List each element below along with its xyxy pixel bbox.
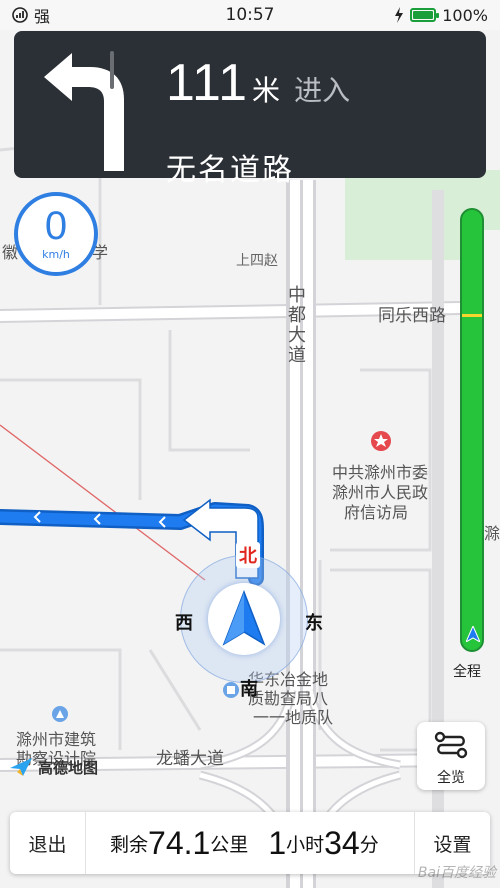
compass-south: 南 xyxy=(240,679,258,700)
signal-icon xyxy=(12,7,28,23)
amap-logo: 高德地图 xyxy=(8,756,98,778)
guidance-lane-divider xyxy=(110,51,114,89)
speed-indicator: 0 km/h xyxy=(14,192,98,276)
remaining-info: 剩余 74.1 公里 1 小时 34 分 xyxy=(110,812,379,874)
distance-unit: 米 xyxy=(252,74,281,107)
overview-button[interactable]: 全览 xyxy=(417,722,485,790)
remaining-minutes-unit: 分 xyxy=(359,833,379,856)
battery-icon xyxy=(410,8,440,22)
status-left: 强 xyxy=(12,3,50,27)
compass-west: 西 xyxy=(175,613,193,634)
map-label-survey-line3: 一一地质队 xyxy=(253,708,334,727)
route-overview-icon xyxy=(434,731,468,759)
map-label-longpan-road: 龙蟠大道 xyxy=(156,749,224,769)
map-label-zhongdu-road: 中都大道 xyxy=(285,285,306,365)
remaining-distance-unit: 公里 xyxy=(210,833,249,856)
exit-button[interactable]: 退出 xyxy=(10,812,86,874)
speed-unit: km/h xyxy=(42,248,70,261)
turn-left-arrow-icon xyxy=(44,53,124,171)
navigation-guidance-panel[interactable]: 111 米 进入 无名道路 xyxy=(14,31,486,188)
remaining-distance: 74.1 xyxy=(148,824,211,861)
car-direction-icon xyxy=(222,590,266,646)
map-label-tongle-west-road: 同乐西路 xyxy=(378,306,446,326)
distance-value: 111 xyxy=(166,54,249,112)
compass-east: 东 xyxy=(305,613,323,634)
watermark: Bai百度经验 xyxy=(417,865,496,881)
map-label-edge-chu: 滁 xyxy=(484,524,500,543)
signal-text: 强 xyxy=(34,7,51,26)
status-bar: 强 10:57 100% xyxy=(0,0,500,30)
traffic-position-icon xyxy=(466,626,480,642)
overview-label: 全览 xyxy=(437,770,465,786)
map-label-party-committee-line3: 府信访局 xyxy=(344,503,409,522)
compass-north: 北 xyxy=(236,542,260,568)
map-label-shangsizhao: 上四赵 xyxy=(236,253,278,269)
traffic-progress-bar[interactable] xyxy=(460,208,484,652)
charging-icon xyxy=(395,7,404,23)
remaining-minutes: 34 xyxy=(324,824,360,861)
remaining-hours: 1 xyxy=(268,824,287,861)
traffic-slow-segment xyxy=(462,314,482,317)
amap-logo-icon xyxy=(10,758,32,776)
next-road-name: 无名道路 xyxy=(166,153,294,188)
amap-logo-text: 高德地图 xyxy=(38,758,99,777)
remaining-hours-unit: 小时 xyxy=(286,833,325,856)
traffic-bar-label: 全程 xyxy=(453,664,481,680)
status-right: 100% xyxy=(394,0,488,30)
remaining-prefix: 剩余 xyxy=(110,833,149,856)
distance-line: 111 米 进入 xyxy=(166,53,350,113)
distance-action: 进入 xyxy=(294,74,351,107)
speed-value: 0 xyxy=(44,204,68,248)
battery-text: 100% xyxy=(442,5,488,25)
